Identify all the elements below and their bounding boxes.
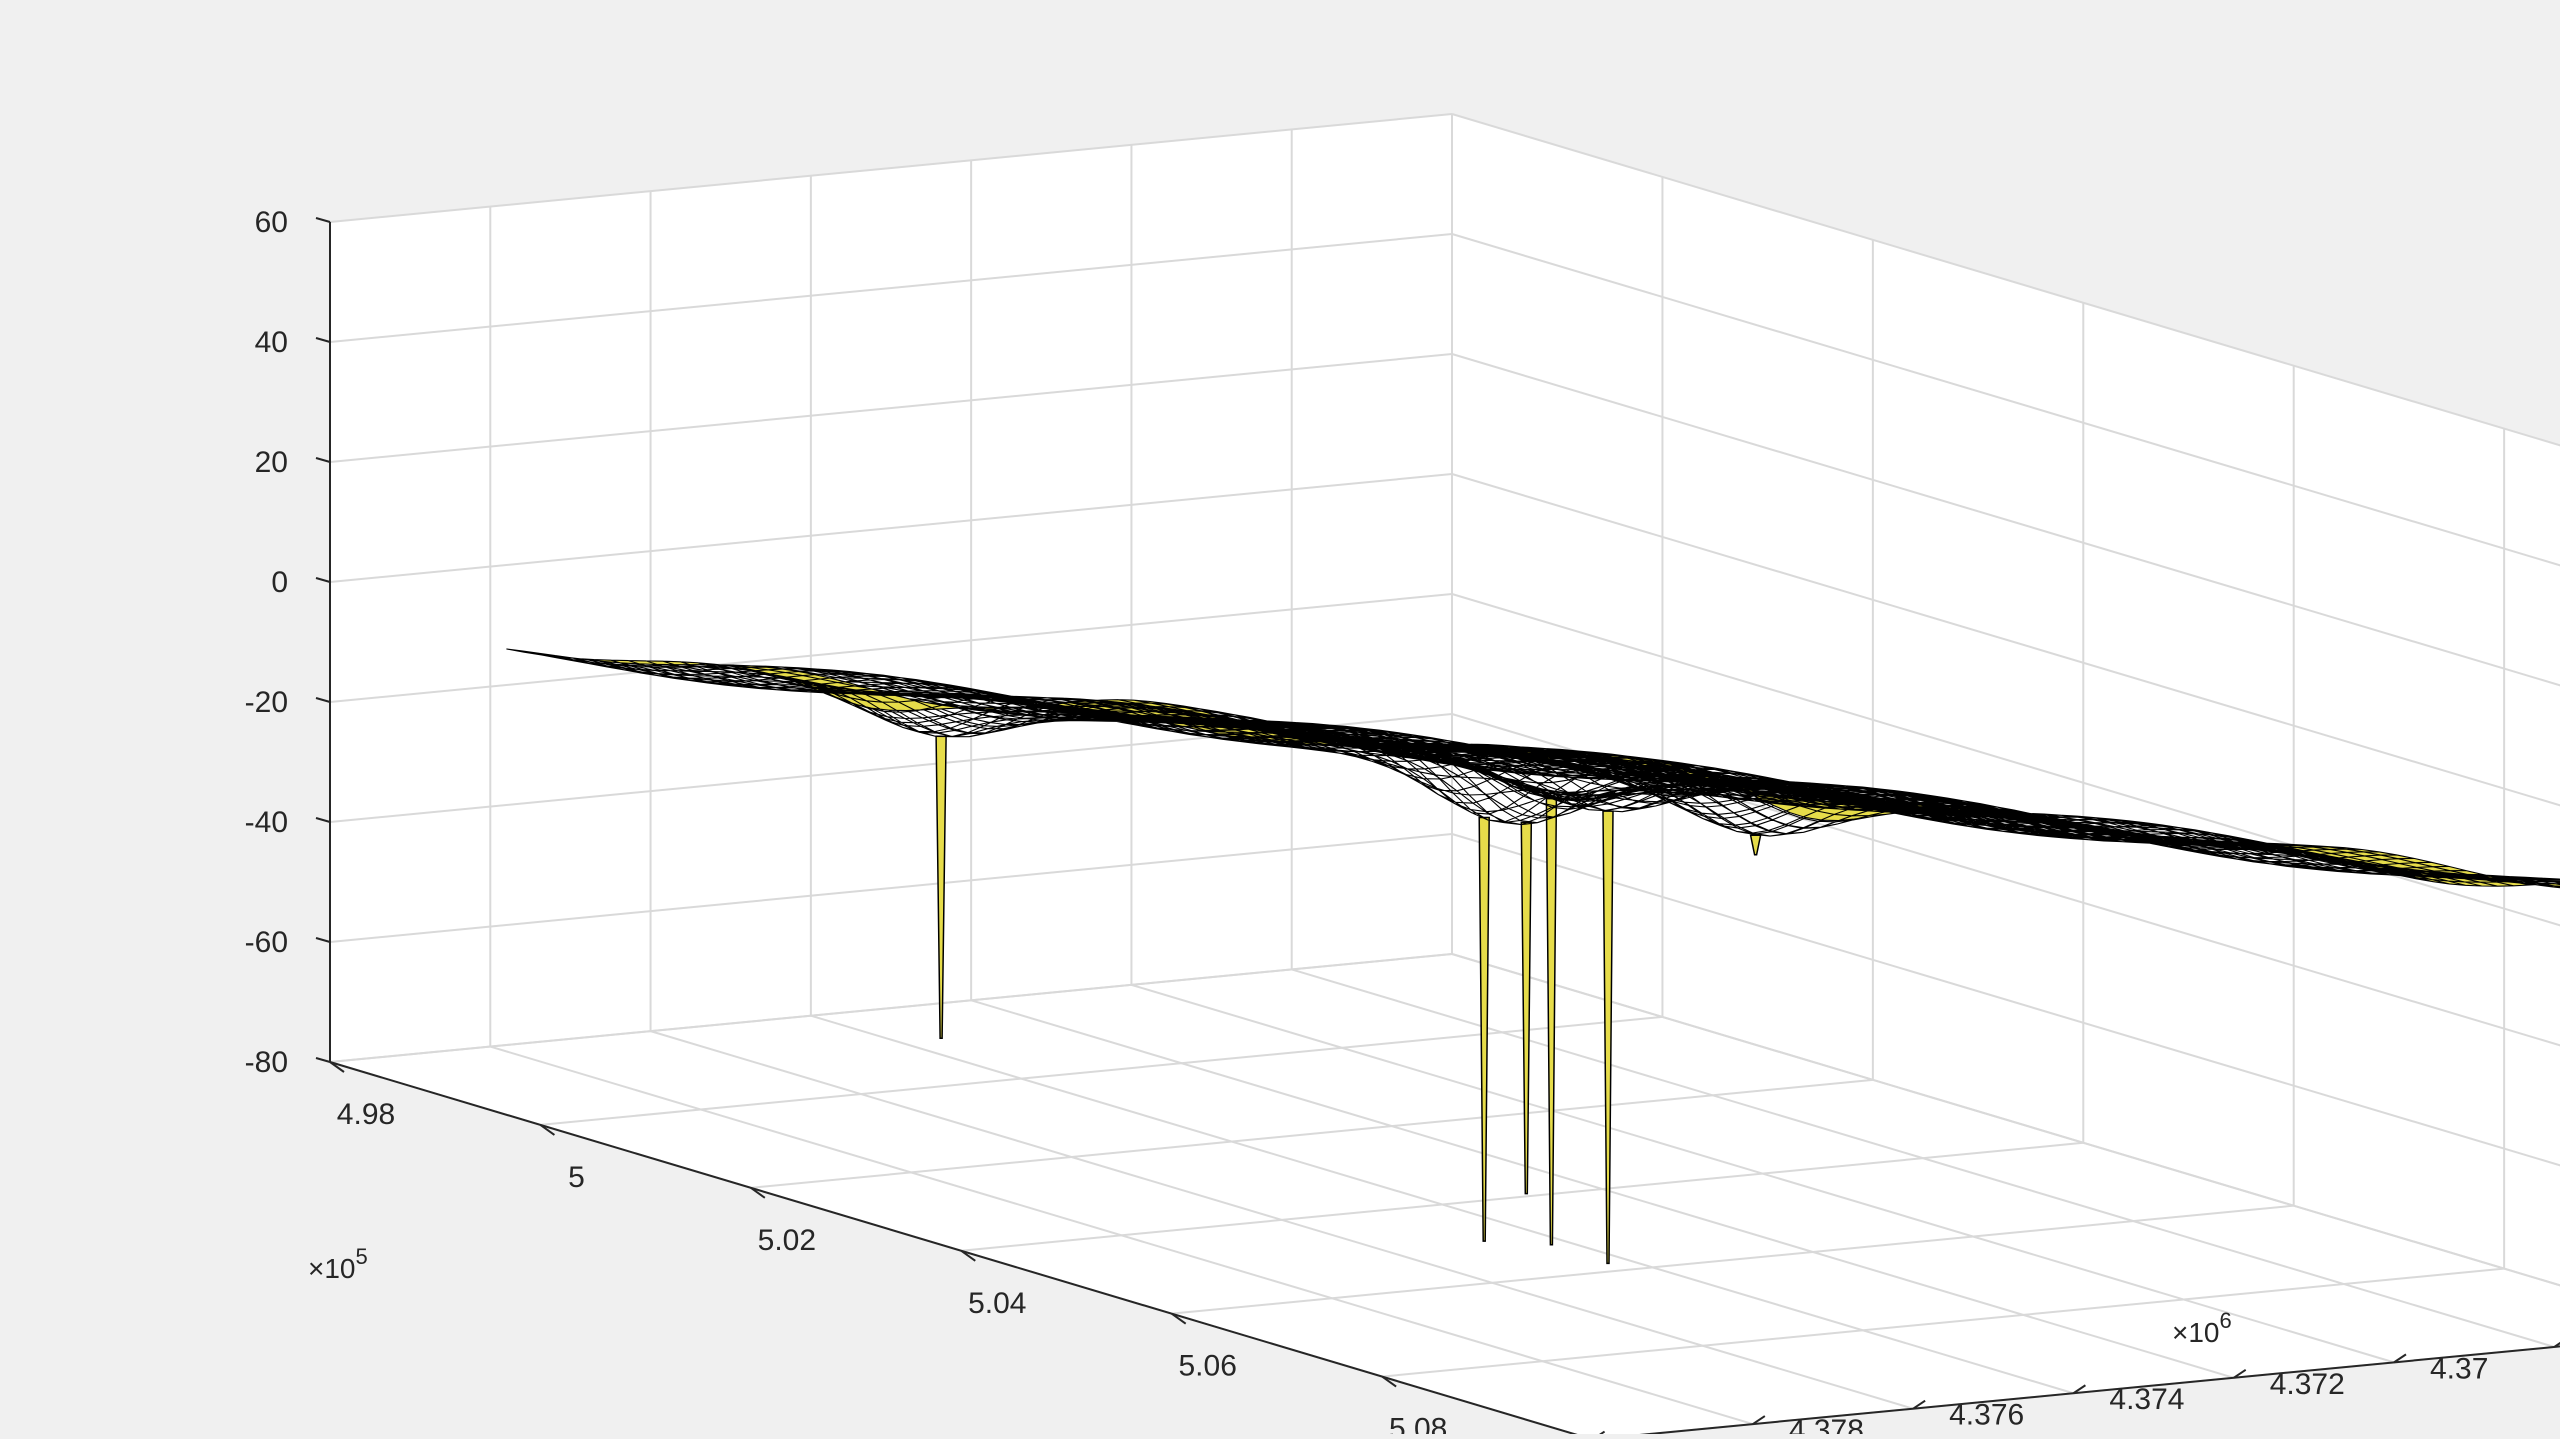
y-tick-label-5: 4.376	[1949, 1399, 2024, 1432]
z-tick-label-1: -60	[245, 926, 288, 959]
z-tick-1	[315, 937, 331, 943]
y-tick-label-4: 4.374	[2109, 1383, 2184, 1416]
y-tick-label-6: 4.378	[1789, 1414, 1864, 1434]
z-tick-label-2: -40	[245, 806, 288, 839]
z-tick-4	[315, 577, 331, 583]
z-tick-label-6: 40	[255, 326, 288, 359]
axes-walls	[330, 114, 2560, 1439]
z-tick-2	[315, 817, 331, 823]
y-exponent-label-x: ×105	[308, 1244, 368, 1284]
y-tick-label-7: 4.38	[1629, 1430, 1687, 1434]
left-wall	[330, 114, 1452, 1062]
x-tick-label-5: 5.08	[1389, 1413, 1447, 1434]
z-tick-label-3: -20	[245, 686, 288, 719]
x-tick-label-3: 5.04	[968, 1287, 1026, 1320]
y-tick-label-2: 4.37	[2430, 1352, 2488, 1385]
z-tick-5	[315, 457, 331, 463]
x-tick-label-2: 5.02	[758, 1224, 816, 1257]
y-tick-label-3: 4.372	[2270, 1368, 2345, 1401]
z-tick-label-0: -80	[245, 1046, 288, 1079]
z-tick-7	[315, 217, 331, 223]
surface-plot: -80 -60 -40 -20 0 20 40 60 4.98 5 5.02 5.04 5.06 5.08…	[245, 113, 2560, 1439]
x-tick-label-4: 5.06	[1179, 1350, 1237, 1383]
surface-plot-figure: -80 -60 -40 -20 0 20 40 60 4.98 5 5.02 5.04 5.06 5.08…	[0, 0, 2560, 1439]
x-tick-label-1: 5	[568, 1161, 585, 1194]
z-tick-label-4: 0	[271, 566, 288, 599]
z-tick-label-7: 60	[255, 206, 288, 239]
x-tick-label-0: 4.98	[337, 1098, 395, 1131]
z-tick-label-5: 20	[255, 446, 288, 479]
z-tick-3	[315, 697, 331, 703]
z-tick-6	[315, 337, 331, 343]
z-tick-0	[315, 1057, 331, 1063]
